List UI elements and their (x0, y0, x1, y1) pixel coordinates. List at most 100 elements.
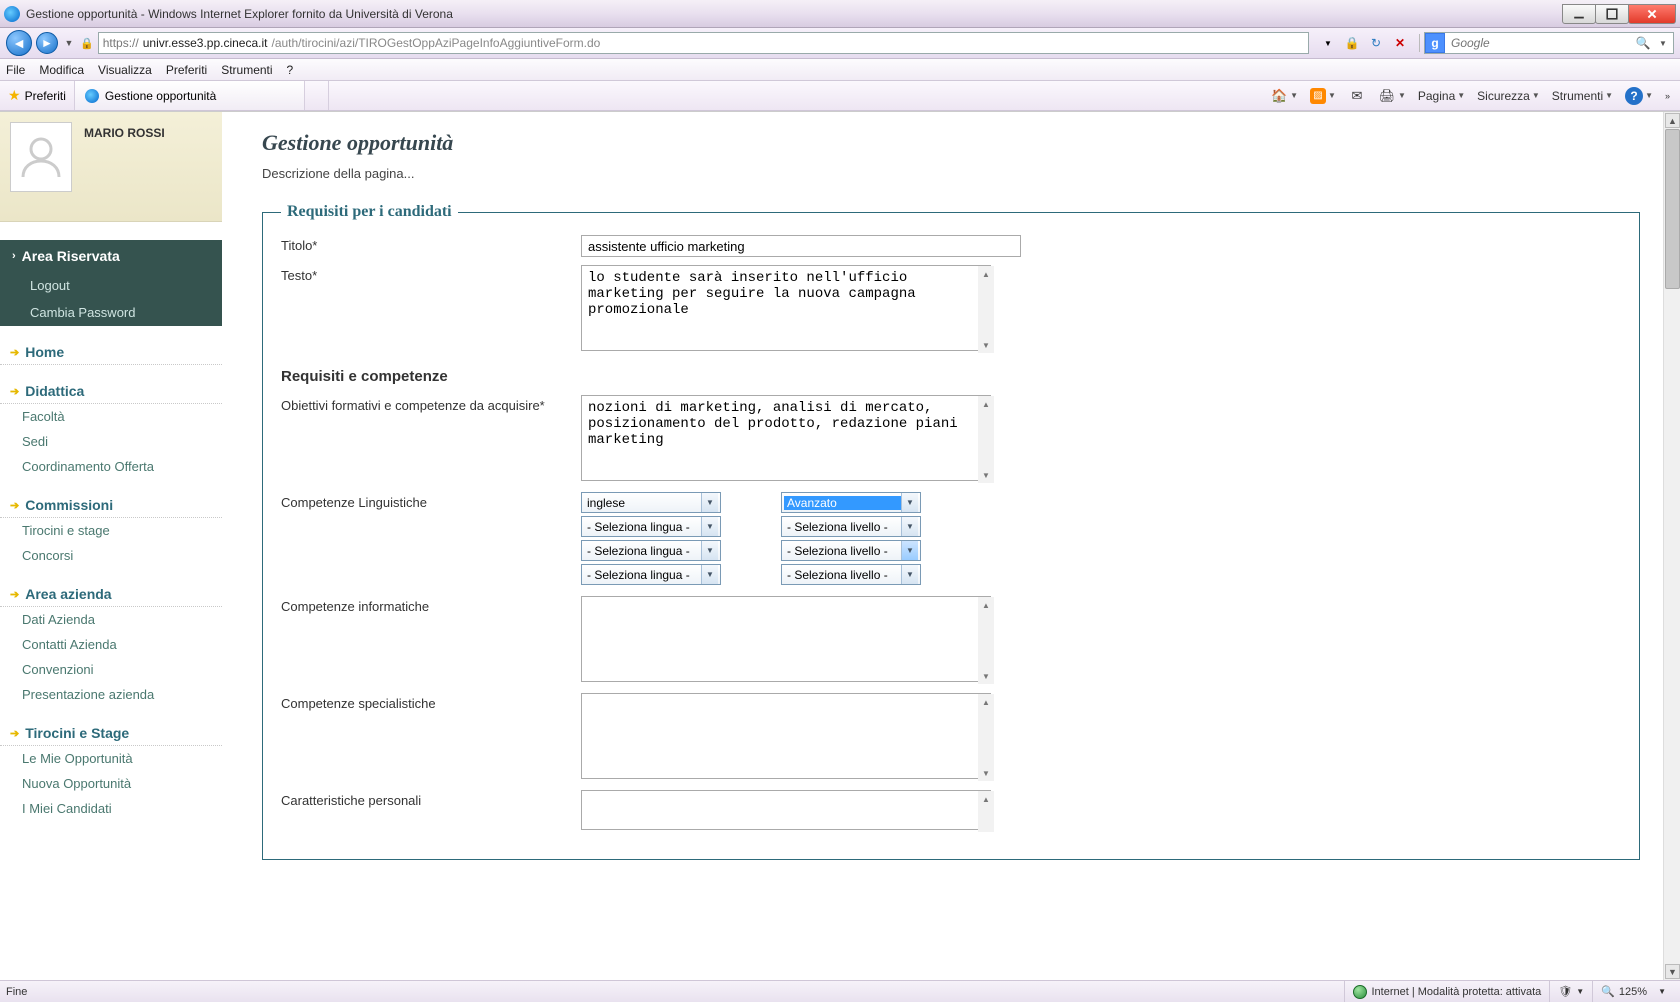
browser-tab[interactable]: Gestione opportunità (75, 81, 305, 110)
sidebar-item-contatti-azienda[interactable]: Contatti Azienda (0, 632, 222, 657)
search-box[interactable]: g 🔍 ▼ (1424, 32, 1674, 54)
sidebar-item-presentazione-azienda[interactable]: Presentazione azienda (0, 682, 222, 707)
page-menu-button[interactable]: Pagina▼ (1414, 85, 1469, 107)
menu-strumenti[interactable]: Strumenti (221, 63, 272, 77)
help-button[interactable]: ?▼ (1621, 85, 1657, 107)
lock-icon: 🔒 (80, 37, 94, 50)
tools-menu-button[interactable]: Strumenti▼ (1548, 85, 1617, 107)
star-icon: ★ (8, 87, 21, 104)
search-input[interactable] (1445, 36, 1633, 50)
menu-modifica[interactable]: Modifica (39, 63, 84, 77)
textarea-scrollbar[interactable]: ▲▼ (978, 396, 994, 483)
sidebar-item-concorsi[interactable]: Concorsi (0, 543, 222, 568)
sidebar-item-commissioni[interactable]: ➔Commissioni (0, 493, 222, 518)
textarea-scrollbar[interactable]: ▲ (978, 791, 994, 832)
address-input[interactable]: https://univr.esse3.pp.cineca.it/auth/ti… (98, 32, 1309, 54)
search-button[interactable]: 🔍 (1633, 36, 1653, 50)
browser-viewport: MARIO ROSSI ›Area Riservata Logout Cambi… (0, 111, 1680, 980)
textarea-competenze-specialistiche[interactable] (581, 693, 991, 779)
textarea-competenze-informatiche[interactable] (581, 596, 991, 682)
select-lingua-2[interactable]: - Seleziona lingua -▼ (581, 540, 721, 561)
sidebar-item-nuova-opportunita[interactable]: Nuova Opportunità (0, 771, 222, 796)
window-title: Gestione opportunità - Windows Internet … (26, 7, 1563, 21)
sidebar-item-tirocini-stage-header[interactable]: ➔Tirocini e Stage (0, 721, 222, 746)
select-lingua-1[interactable]: - Seleziona lingua -▼ (581, 516, 721, 537)
sidebar-item-home[interactable]: ➔Home (0, 340, 222, 365)
home-button[interactable]: 🏠▼ (1266, 85, 1302, 107)
google-provider-icon[interactable]: g (1425, 33, 1445, 53)
select-lingua-3[interactable]: - Seleziona lingua -▼ (581, 564, 721, 585)
sidebar-item-area-riservata[interactable]: ›Area Riservata (0, 240, 222, 272)
select-livello-0[interactable]: Avanzato▼ (781, 492, 921, 513)
menu-help[interactable]: ? (287, 63, 294, 77)
history-dropdown-button[interactable]: ▼ (62, 38, 76, 48)
chevron-down-icon: ▼ (701, 565, 718, 584)
ie-icon (4, 6, 20, 22)
address-bar-row: ◄ ► ▼ 🔒 https://univr.esse3.pp.cineca.it… (0, 28, 1680, 59)
sidebar-item-tirocini-stage[interactable]: Tirocini e stage (0, 518, 222, 543)
security-menu-label: Sicurezza (1477, 89, 1530, 103)
textarea-scrollbar[interactable]: ▲▼ (978, 694, 994, 781)
chevron-down-icon: ▼ (701, 541, 718, 560)
sidebar-item-facolta[interactable]: Facoltà (0, 404, 222, 429)
sidebar-item-cambia-password[interactable]: Cambia Password (0, 299, 222, 326)
label-obiettivi: Obiettivi formativi e competenze da acqu… (281, 395, 581, 413)
input-titolo[interactable] (581, 235, 1021, 257)
user-profile-box: MARIO ROSSI (0, 112, 222, 222)
forward-button[interactable]: ► (36, 32, 58, 54)
status-zone-label: Internet | Modalità protetta: attivata (1371, 986, 1541, 998)
page-vertical-scrollbar[interactable]: ▲ ▼ (1663, 112, 1680, 980)
textarea-obiettivi[interactable] (581, 395, 991, 481)
arrow-icon: ➔ (10, 727, 19, 740)
menu-file[interactable]: File (6, 63, 25, 77)
status-bar: Fine Internet | Modalità protetta: attiv… (0, 980, 1680, 1002)
window-close-button[interactable] (1628, 4, 1676, 24)
menu-visualizza[interactable]: Visualizza (98, 63, 152, 77)
print-button[interactable]: 🖨▼ (1374, 85, 1410, 107)
internet-zone-icon (1353, 985, 1367, 999)
security-menu-button[interactable]: Sicurezza▼ (1473, 85, 1544, 107)
sidebar-item-didattica[interactable]: ➔Didattica (0, 379, 222, 404)
sidebar-item-mie-opportunita[interactable]: Le Mie Opportunità (0, 746, 222, 771)
search-dropdown-button[interactable]: ▼ (1653, 39, 1673, 48)
refresh-button[interactable]: ↻ (1367, 36, 1385, 50)
arrow-icon: ➔ (10, 499, 19, 512)
scroll-thumb[interactable] (1665, 129, 1680, 289)
back-button[interactable]: ◄ (6, 30, 32, 56)
expand-button[interactable]: » (1661, 85, 1674, 107)
avatar (10, 122, 72, 192)
sidebar-item-sedi[interactable]: Sedi (0, 429, 222, 454)
command-bar: ★ Preferiti Gestione opportunità 🏠▼ ▨▼ ✉… (0, 81, 1680, 111)
select-livello-3[interactable]: - Seleziona livello -▼ (781, 564, 921, 585)
mail-button[interactable]: ✉ (1344, 85, 1370, 107)
window-maximize-button[interactable] (1595, 4, 1629, 24)
stop-button[interactable]: ✕ (1391, 36, 1409, 50)
window-minimize-button[interactable] (1562, 4, 1596, 24)
sidebar-item-dati-azienda[interactable]: Dati Azienda (0, 607, 222, 632)
zoom-control[interactable]: 🔍125% ▼ (1592, 981, 1674, 1002)
favorites-button[interactable]: ★ Preferiti (0, 81, 75, 110)
new-tab-button[interactable] (305, 81, 329, 110)
status-protected-mode-toggle[interactable]: 🛡▼ (1549, 981, 1592, 1002)
sidebar-item-logout[interactable]: Logout (0, 272, 222, 299)
textarea-scrollbar[interactable]: ▲▼ (978, 266, 994, 353)
sidebar-item-coordinamento[interactable]: Coordinamento Offerta (0, 454, 222, 479)
chevron-down-icon: ▼ (701, 493, 718, 512)
textarea-testo[interactable] (581, 265, 991, 351)
scroll-down-button[interactable]: ▼ (1665, 964, 1680, 979)
ssl-lock-icon[interactable]: 🔒 (1343, 36, 1361, 50)
scroll-up-button[interactable]: ▲ (1665, 113, 1680, 128)
select-lingua-0[interactable]: inglese▼ (581, 492, 721, 513)
textarea-scrollbar[interactable]: ▲▼ (978, 597, 994, 684)
sidebar-item-miei-candidati[interactable]: I Miei Candidati (0, 796, 222, 821)
address-dropdown-button[interactable]: ▼ (1319, 39, 1337, 48)
sidebar-item-convenzioni[interactable]: Convenzioni (0, 657, 222, 682)
status-zone[interactable]: Internet | Modalità protetta: attivata (1344, 981, 1549, 1002)
select-livello-1[interactable]: - Seleziona livello -▼ (781, 516, 921, 537)
menu-preferiti[interactable]: Preferiti (166, 63, 207, 77)
arrow-icon: ➔ (10, 385, 19, 398)
select-livello-2[interactable]: - Seleziona livello -▼ (781, 540, 921, 561)
textarea-caratteristiche-personali[interactable] (581, 790, 991, 830)
sidebar-item-area-azienda[interactable]: ➔Area azienda (0, 582, 222, 607)
feeds-button[interactable]: ▨▼ (1306, 85, 1340, 107)
